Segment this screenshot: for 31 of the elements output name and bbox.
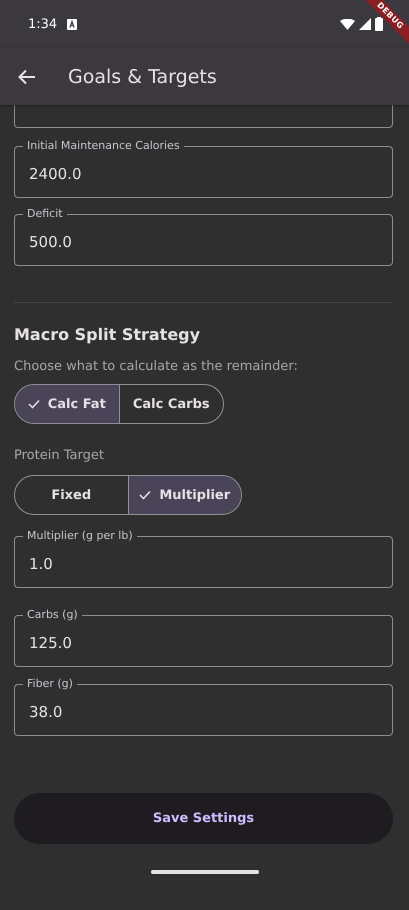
text-field[interactable]: Deficit 500.0 [14, 207, 393, 266]
save-settings-button[interactable]: Save Settings [14, 793, 393, 844]
text-field[interactable]: Carbs (g) 125.0 [14, 608, 393, 667]
field-value: 1.0 [29, 554, 54, 575]
status-time: 1:34 [28, 16, 58, 32]
back-arrow-icon [18, 68, 36, 84]
field-label: Carbs (g) [26, 608, 79, 622]
field-label: Multiplier (g per lb) [26, 529, 134, 543]
segment-button[interactable]: Calc Fat [15, 385, 118, 423]
field-value: 125.0 [29, 633, 73, 654]
signal-icon [359, 18, 371, 30]
segment-button[interactable]: Multiplier [128, 476, 241, 514]
text-field[interactable]: Initial Maintenance Calories 2400.0 [14, 139, 393, 198]
notification-icon [67, 19, 78, 30]
field-label: Initial Maintenance Calories [26, 139, 181, 153]
app-bar-title: Goals & Targets [68, 66, 217, 88]
section-heading: Macro Split Strategy [14, 325, 202, 344]
text-field[interactable]: Fiber (g) 38.0 [14, 677, 393, 736]
field-value: 500.0 [29, 232, 73, 253]
protein-target-label: Protein Target [14, 448, 105, 463]
text-field[interactable]: Multiplier (g per lb) 1.0 [14, 529, 393, 588]
wifi-icon [340, 18, 355, 30]
field-label: Fiber (g) [26, 677, 74, 691]
check-icon [28, 399, 40, 409]
segment-button[interactable]: Calc Carbs [118, 385, 223, 423]
section-subtitle: Choose what to calculate as the remainder: [14, 359, 299, 374]
field-value: 38.0 [29, 702, 64, 723]
field-label: Deficit [26, 207, 64, 221]
segment-button[interactable]: Fixed [15, 476, 128, 514]
field-value: 2400.0 [29, 164, 82, 185]
check-icon [139, 490, 152, 500]
